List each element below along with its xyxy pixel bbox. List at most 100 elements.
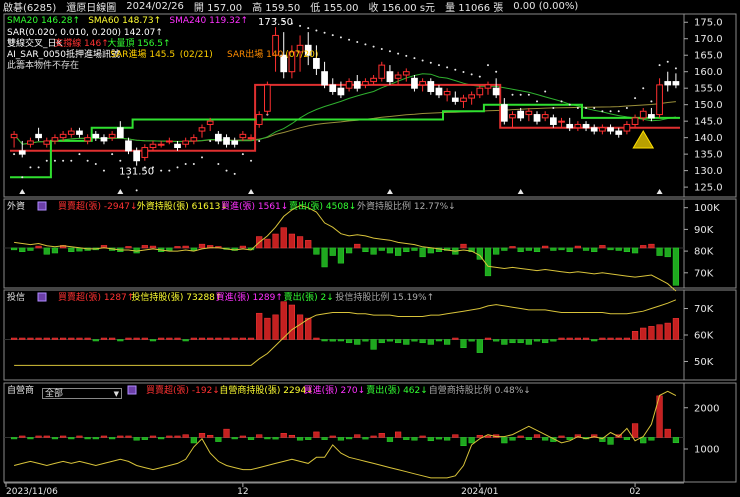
x-tick-label: 2024/01 [461,487,498,497]
dealer_panel-bar [51,437,59,440]
foreign_panel-bar [672,247,680,286]
foreign_panel-bar [550,247,557,251]
candle-body [84,137,91,142]
dealer_panel-bar [419,435,426,438]
candle-body [411,77,418,89]
dealer_panel-bar [501,437,508,444]
candle-body [460,97,467,102]
trust_panel-bar [640,327,647,340]
trust_panel-bar [566,337,573,340]
trust_panel-bar [525,339,532,345]
sar-dot [62,159,65,162]
trust_panel-bar [198,337,206,340]
foreign_panel-legend-1: 外資持股(張) 61613↓ [137,200,228,212]
trust_panel-bar [313,337,320,340]
candle-body [43,140,51,145]
x-tick-label: 02 [629,487,640,497]
trust_panel-bar [68,337,75,340]
foreign_panel-bar [149,245,157,249]
sar-dot [356,41,359,44]
price-tick-label: 140.0 [694,133,723,144]
trust_panel-bar [239,337,246,340]
dealer_panel-bar [264,437,271,440]
candle-body [92,133,100,139]
sar-dot [86,159,89,162]
dealer_panel-bar [207,434,214,438]
foreign_panel-bar [239,245,246,249]
foreign_panel-bar [166,247,173,251]
trust_panel-bar [419,339,426,344]
dealer_panel-bar [239,435,246,438]
sar-dot [478,75,481,78]
trust_panel-bar [411,339,418,342]
candle-body [329,84,337,92]
foreign_panel-bar [607,247,614,251]
sar-dot [225,169,228,172]
trust_panel-bar [533,339,541,342]
sar-dot [642,87,645,90]
trust_panel-bar [329,339,336,342]
dealer_panel-legend-3: 賣出(張) 462↓ [366,384,428,396]
foreign_panel-bar [574,245,581,249]
trust_panel-bar [76,337,83,340]
candle-body [182,140,190,145]
trust_panel-bar [444,339,451,345]
dealer_panel-bar [125,435,132,438]
trust_panel-bar [256,312,263,340]
dealer_panel-bar [223,428,230,438]
candle-body [492,87,500,96]
trust_panel-bar [100,337,108,340]
candle-body [108,133,116,139]
sar-dot [135,189,138,192]
dealer-select[interactable]: 全部 ▼ [42,388,122,399]
trust_panel-bar [403,339,410,345]
stock-chart[interactable]: 125.0 130.0 135.0 140.0 145.0 150.0 155.0 160.0… [0,0,740,497]
foreign_panel-tick-label: 100K [694,203,720,214]
foreign_panel-bar [566,247,573,253]
trust_panel-bar [435,339,443,342]
trust_panel-bar [231,337,238,340]
trust_panel-bar [484,337,492,340]
candle-body [468,94,476,99]
candle-body [648,114,655,119]
price-tick-label: 165.0 [694,51,723,62]
sar-dot [94,163,97,166]
dealer_panel-bar [509,437,516,441]
sar-dot [486,64,489,67]
dealer_panel-legend-1: 自營商持股(張) 2294↓ [219,384,313,396]
foreign_panel-legend-3: 賣出(張) 4508↓ [289,200,356,212]
foreign_panel-bar [10,247,18,251]
trust_panel-bar [166,337,173,340]
candle-body [59,133,67,139]
trust_panel-bar [509,339,516,344]
trust_panel-bar [460,339,467,348]
sar-dot [53,159,56,162]
candle-body [517,110,525,119]
candle-body [574,123,582,129]
foreign_panel-bar [280,227,287,249]
sar-dot [429,61,432,64]
dealer_panel-bar [27,437,34,440]
trust_panel-bar [133,337,140,340]
sar-dot [470,73,473,76]
sar-dot [454,68,457,71]
foreign_panel-bar [484,247,492,277]
dealer_panel-bar [468,437,475,444]
sar-dot [462,71,465,74]
candle-body [500,104,508,122]
candle-body [582,123,590,129]
dealer-select-value: 全部 [45,389,64,399]
foreign_panel-bar [533,247,541,253]
price-legend-ai-0: AI_SAR_0050抵押進場訊號 [7,48,120,60]
foreign_panel-bar [411,247,418,251]
dealer_panel-bar [672,437,680,444]
candle-body [509,114,516,119]
trust_panel-title: 投信 [7,291,25,303]
trust_panel-bar [615,337,622,340]
dealer_panel-bar [435,437,443,440]
trust_panel-bar [182,339,189,342]
dealer_panel-bar [288,434,295,438]
trust_panel-legend-4: 投信持股比例 15.19%↑ [335,291,434,303]
dealer_panel-bar [43,435,50,438]
trust_panel-bar [84,337,91,340]
